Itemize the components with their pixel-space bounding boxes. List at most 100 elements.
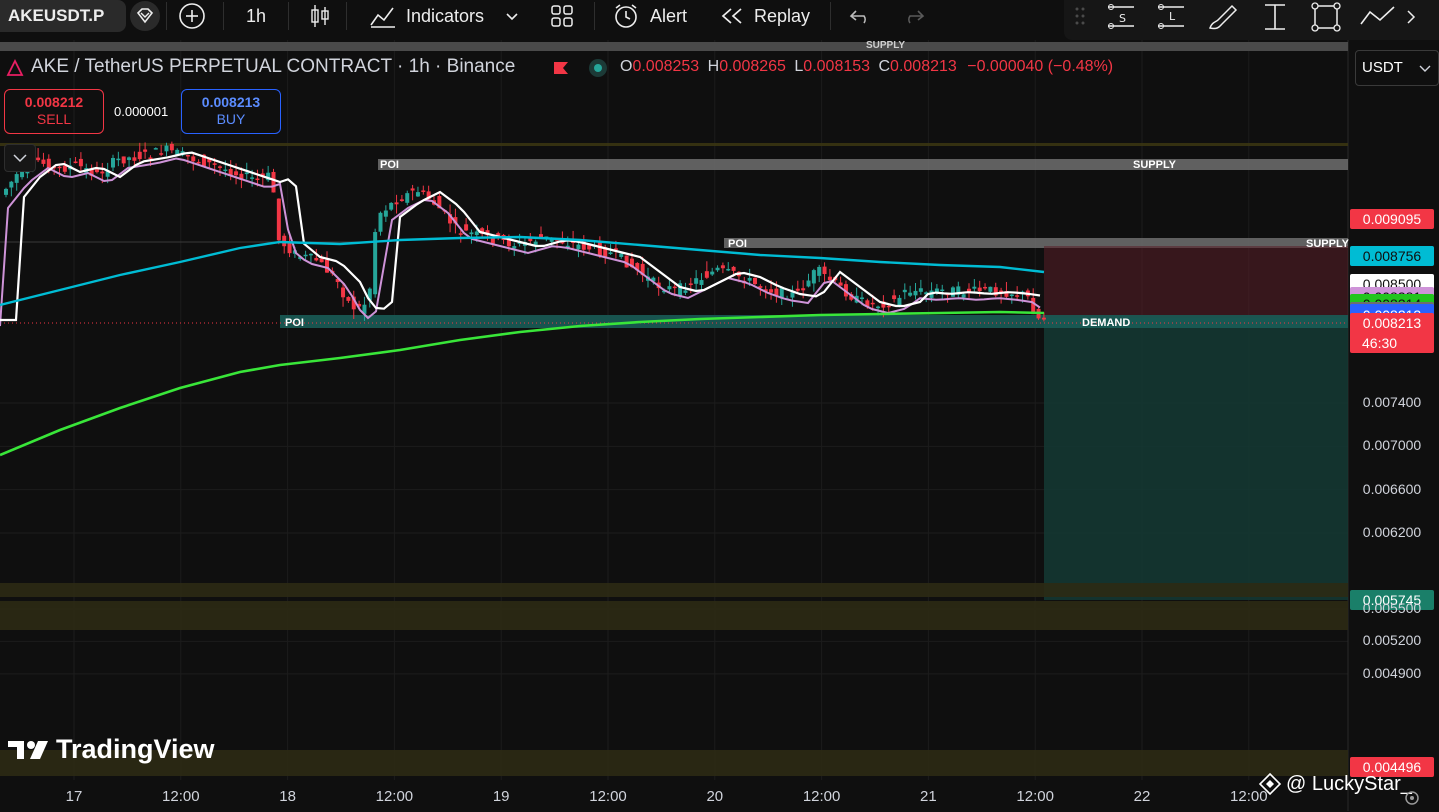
candle-down <box>287 241 292 254</box>
chevron-down-icon <box>13 154 27 163</box>
low-value: 0.008153 <box>803 58 871 75</box>
candle-up <box>860 297 864 299</box>
supply-label: SUPPLY <box>866 40 906 51</box>
candle-up <box>378 212 383 232</box>
candle-up <box>876 306 881 309</box>
candle-up <box>817 266 822 276</box>
layouts-icon[interactable] <box>550 0 574 32</box>
candle-down <box>983 286 988 289</box>
candle-down <box>769 289 774 293</box>
bar-countdown: 46:30 <box>1362 335 1398 351</box>
candle-down <box>753 277 757 285</box>
replay-button[interactable]: Replay <box>720 0 810 32</box>
time-tick-label: 21 <box>920 788 937 805</box>
candle-up <box>715 267 720 271</box>
settings-gear-icon[interactable] <box>1403 789 1421 812</box>
candle-up <box>988 286 993 292</box>
poi-label: POI <box>728 238 747 250</box>
candle-down <box>276 198 281 241</box>
candle-up <box>961 294 966 298</box>
chevron-down-icon <box>506 13 518 21</box>
candle-down <box>169 143 174 151</box>
redo-icon[interactable] <box>900 0 926 32</box>
brush-icon[interactable] <box>1206 2 1240 37</box>
price-tick-label: 0.007400 <box>1362 394 1422 410</box>
rectangle-tool-icon[interactable] <box>1310 2 1342 37</box>
candle-down <box>78 158 83 167</box>
last-price-label: 0.008213 46:30 <box>1350 313 1434 353</box>
candles-chart-type-icon[interactable] <box>308 0 332 32</box>
price-line-label: 0.008756 <box>1350 246 1434 267</box>
candle-up <box>908 292 913 296</box>
candle-up <box>913 290 918 296</box>
moving-averages <box>0 151 1045 457</box>
candle-down <box>196 161 201 164</box>
candle-down <box>185 154 190 157</box>
price-tick-label: 0.004900 <box>1362 664 1422 681</box>
candle-down <box>490 238 495 244</box>
currency-selector[interactable]: USDT <box>1355 50 1439 86</box>
chart-title[interactable]: AKE / TetherUS PERPETUAL CONTRACT · 1h ·… <box>31 56 515 78</box>
poi-label: POI <box>285 317 304 329</box>
stop-loss-area <box>1044 246 1348 318</box>
buy-price: 0.008213 <box>201 94 261 110</box>
candle-down <box>597 242 602 256</box>
candle-down <box>346 297 351 301</box>
trend-line-icon[interactable] <box>1358 2 1398 37</box>
top-toolbar: AKEUSDT.P 1h Indicators Alert Replay S L <box>0 0 1439 40</box>
time-tick-label: 17 <box>65 788 83 805</box>
undo-icon[interactable] <box>848 0 874 32</box>
open-value: 0.008253 <box>632 58 700 75</box>
buy-button[interactable]: 0.008213 BUY <box>181 89 281 134</box>
candle-down <box>892 295 897 300</box>
candle-up <box>4 188 8 195</box>
symbol-name[interactable]: AKEUSDT.P <box>8 0 104 32</box>
htf-zone-line <box>0 143 1348 146</box>
candle-down <box>341 287 346 298</box>
sell-label: SELL <box>36 111 72 127</box>
candle-up <box>897 297 902 306</box>
collapse-legend-button[interactable] <box>4 144 36 172</box>
replay-label: Replay <box>754 5 811 26</box>
candle-up <box>694 278 699 284</box>
candle-down <box>132 157 137 161</box>
price-tick-label: 0.005200 <box>1362 632 1422 649</box>
candle-down <box>672 286 677 289</box>
add-symbol-icon[interactable] <box>177 0 207 32</box>
vertical-measure-icon[interactable] <box>1260 2 1290 37</box>
candle-down <box>827 276 832 281</box>
indicators-label: Indicators <box>406 5 485 26</box>
supply-label: SUPPLY <box>1306 238 1350 250</box>
close-key: C <box>878 58 891 75</box>
candle-down <box>143 149 148 152</box>
flag-icon[interactable] <box>552 60 570 81</box>
candle-up <box>116 158 121 161</box>
indicators-button[interactable]: Indicators <box>368 0 524 32</box>
low-key: L <box>794 58 804 75</box>
candle-down <box>234 171 239 176</box>
long-position-icon[interactable]: L <box>1156 2 1186 37</box>
supply-label: SUPPLY <box>1133 159 1177 171</box>
candle-down <box>720 265 725 269</box>
gem-icon[interactable] <box>128 0 162 32</box>
chevron-right-icon[interactable] <box>1404 8 1418 31</box>
price-chart[interactable] <box>0 40 1439 811</box>
high-value: 0.008265 <box>719 58 786 75</box>
candle-up <box>250 177 255 179</box>
sell-button[interactable]: 0.008212 SELL <box>4 89 104 134</box>
candle-down <box>801 288 806 291</box>
candle-up <box>14 174 19 183</box>
candle-up <box>972 286 977 289</box>
candle-up <box>153 148 158 150</box>
candle-down <box>704 271 709 278</box>
short-position-icon[interactable]: S <box>1106 2 1136 37</box>
time-tick-label: 12:00 <box>1016 788 1054 805</box>
candle-up <box>576 244 581 250</box>
demand-zone <box>280 315 1348 328</box>
alert-button[interactable]: Alert <box>612 0 687 32</box>
interval-button[interactable]: 1h <box>246 0 266 32</box>
candle-down <box>870 302 875 305</box>
candle-down <box>394 202 399 205</box>
drag-handle-icon[interactable] <box>1074 6 1086 33</box>
rewind-icon <box>721 8 742 24</box>
